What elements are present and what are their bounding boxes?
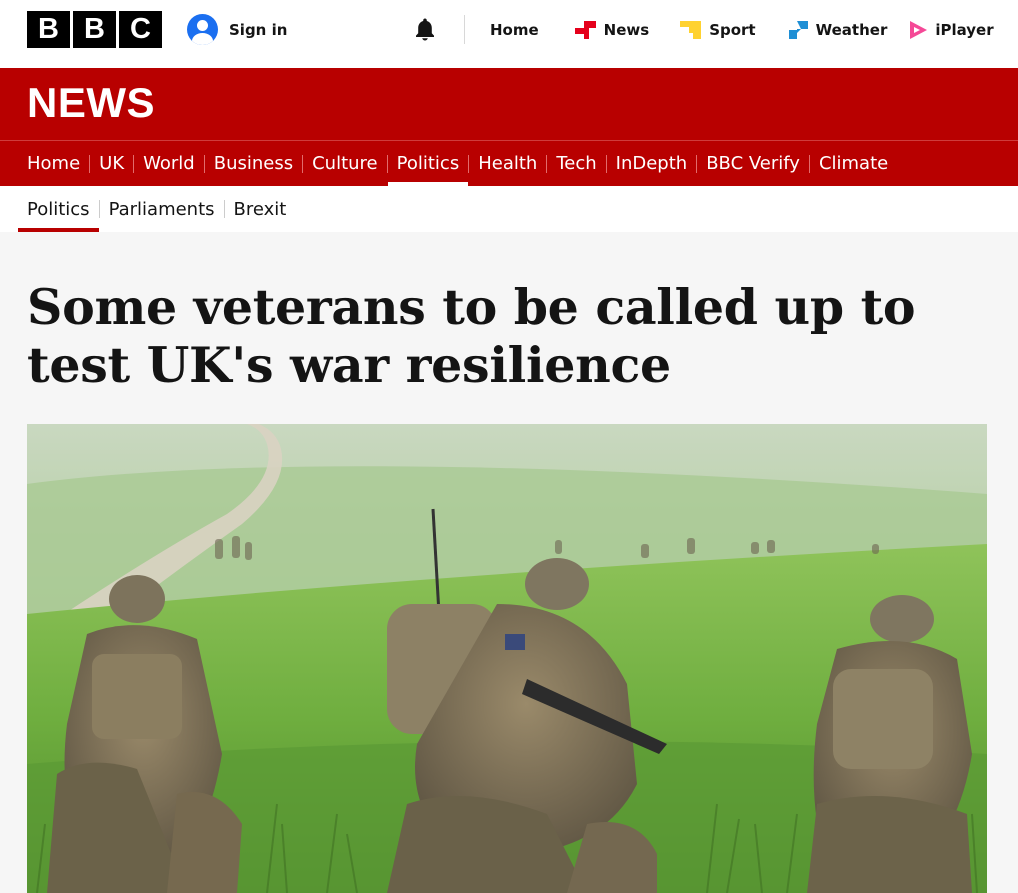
news-icon [574, 21, 596, 39]
section-nav-item-indepth[interactable]: InDepth [606, 141, 697, 186]
sport-icon [680, 21, 702, 39]
section-nav-link[interactable]: Politics [388, 153, 469, 174]
sign-in-label: Sign in [229, 20, 288, 39]
section-nav-item-uk[interactable]: UK [89, 141, 133, 186]
weather-icon [788, 21, 808, 39]
section-nav-item-tech[interactable]: Tech [546, 141, 605, 186]
sub-nav-item-brexit[interactable]: Brexit [224, 186, 296, 232]
section-nav-link[interactable]: BBC Verify [697, 153, 809, 174]
masthead-divider [464, 15, 465, 44]
section-nav-link[interactable]: Climate [810, 153, 897, 174]
masthead-nav-sport-label: Sport [709, 21, 756, 39]
section-nav-item-culture[interactable]: Culture [302, 141, 387, 186]
sub-nav-item-parliaments[interactable]: Parliaments [99, 186, 224, 232]
section-nav-link[interactable]: Tech [547, 153, 605, 174]
section-nav-link[interactable]: UK [90, 153, 133, 174]
masthead-nav-news-label: News [603, 21, 650, 39]
masthead-nav-iplayer-label: iPlayer [935, 21, 994, 39]
bbc-logo-letter-c: C [119, 11, 162, 48]
sub-nav-link[interactable]: Politics [18, 199, 99, 220]
masthead-nav-weather[interactable]: Weather [787, 20, 888, 40]
section-nav-item-climate[interactable]: Climate [809, 141, 897, 186]
masthead-nav-news[interactable]: News [574, 20, 650, 40]
news-wordmark[interactable]: NEWS [27, 82, 155, 124]
notifications-bell-icon[interactable] [412, 16, 438, 42]
section-nav-item-bbc-verify[interactable]: BBC Verify [696, 141, 809, 186]
account-icon [187, 14, 218, 45]
bbc-masthead: B B C Sign in Home News Sport Weather iP… [0, 0, 1018, 68]
sub-nav-item-politics[interactable]: Politics [18, 186, 99, 232]
section-nav-item-business[interactable]: Business [204, 141, 302, 186]
section-nav-item-home[interactable]: Home [18, 141, 89, 186]
section-nav-item-health[interactable]: Health [468, 141, 546, 186]
masthead-nav-weather-label: Weather [815, 21, 888, 39]
article-headline: Some veterans to be called up to test UK… [27, 278, 916, 394]
section-nav: Home UK World Business Culture Politics … [0, 140, 1018, 186]
soldiers-field-photo [27, 424, 987, 893]
sub-nav-link[interactable]: Parliaments [100, 199, 224, 220]
sub-nav-link[interactable]: Brexit [225, 199, 296, 220]
article-hero-image [27, 424, 987, 893]
masthead-nav: Home News Sport Weather iPlayer [490, 18, 1018, 42]
bbc-logo[interactable]: B B C [27, 11, 162, 48]
section-nav-item-politics[interactable]: Politics [387, 141, 469, 186]
politics-sub-nav: Politics Parliaments Brexit [0, 186, 1018, 232]
section-nav-link[interactable]: Business [205, 153, 302, 174]
masthead-nav-iplayer[interactable]: iPlayer [908, 20, 994, 40]
masthead-nav-home[interactable]: Home [490, 21, 539, 39]
section-nav-link[interactable]: Health [469, 153, 546, 174]
masthead-nav-sport[interactable]: Sport [680, 20, 756, 40]
section-nav-link[interactable]: Culture [303, 153, 387, 174]
section-nav-item-world[interactable]: World [133, 141, 204, 186]
masthead-nav-home-label: Home [490, 21, 539, 39]
section-nav-link[interactable]: World [134, 153, 204, 174]
section-nav-link[interactable]: InDepth [607, 153, 697, 174]
sign-in-button[interactable]: Sign in [187, 14, 287, 45]
bbc-logo-letter-b1: B [27, 11, 70, 48]
news-banner: NEWS [0, 68, 1018, 140]
section-nav-link[interactable]: Home [18, 153, 89, 174]
bbc-logo-letter-b2: B [73, 11, 116, 48]
iplayer-icon [910, 21, 928, 39]
